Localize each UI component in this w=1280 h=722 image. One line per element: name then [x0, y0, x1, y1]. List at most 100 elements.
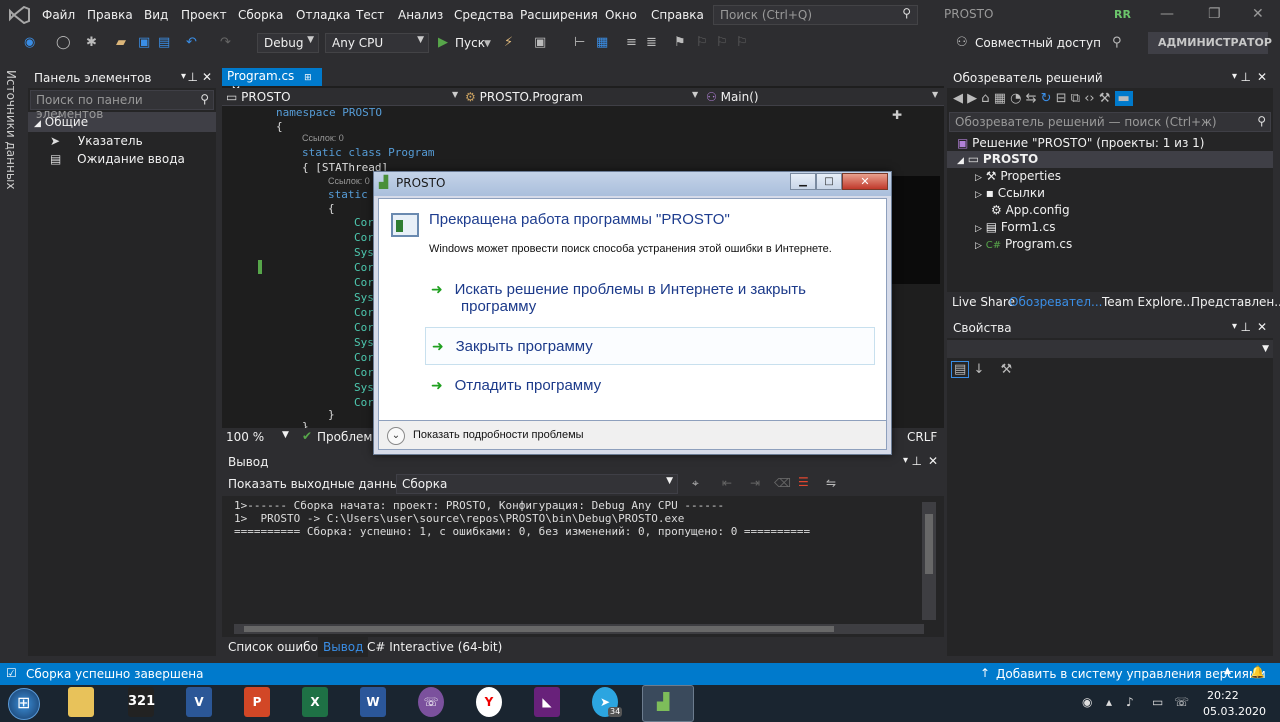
close-pane-icon[interactable]: ✕: [928, 454, 938, 468]
tab-program-cs[interactable]: Program.cs ⊞ ✕: [222, 68, 322, 97]
pin-icon[interactable]: ⊥: [188, 70, 198, 84]
layout-icon[interactable]: ▦: [596, 35, 608, 50]
excel-icon[interactable]: X: [302, 687, 328, 717]
categorized-icon[interactable]: ▤: [951, 361, 970, 378]
minimize-icon[interactable]: —: [1160, 6, 1174, 22]
menu-view[interactable]: Вид: [144, 8, 168, 22]
clock-date[interactable]: 05.03.2020: [1203, 705, 1266, 718]
forward-icon[interactable]: ◯: [56, 35, 71, 50]
collapse-all-icon[interactable]: ⊟: [1056, 91, 1067, 106]
codelens-refs[interactable]: Ссылок: 0: [328, 176, 370, 186]
forward-icon[interactable]: ▶: [967, 91, 977, 106]
new-project-icon[interactable]: ✱: [86, 35, 97, 50]
previous-message-icon[interactable]: ⇤: [722, 476, 732, 490]
line-ending[interactable]: CRLF: [907, 430, 937, 444]
menu-project[interactable]: Проект: [181, 8, 227, 22]
viber-tray-icon[interactable]: ☏: [1174, 695, 1189, 709]
properties-wrench-icon[interactable]: ⚒: [1099, 91, 1111, 106]
yandex-browser-icon[interactable]: Y: [476, 687, 502, 717]
project-node[interactable]: ◢ ▭ PROSTO: [947, 151, 1273, 168]
network-icon[interactable]: ◉: [1082, 695, 1092, 709]
step-icon[interactable]: ⊢: [574, 35, 585, 50]
toolbox-item-wait-input[interactable]: ▤ Ожидание ввода: [28, 152, 216, 172]
menu-analyze[interactable]: Анализ: [398, 8, 443, 22]
tree-item-references[interactable]: ▷ ▪ Ссылки: [947, 185, 1273, 202]
undo-icon[interactable]: ↶: [186, 35, 197, 50]
tab-live-share[interactable]: Live Share: [952, 295, 1015, 309]
chevron-down-icon[interactable]: ▼: [282, 430, 289, 440]
dialog-minimize-button[interactable]: ▁: [790, 173, 816, 190]
property-pages-icon[interactable]: ⚒: [1000, 362, 1012, 377]
member-nav-dropdown[interactable]: ⚇ Main(): [706, 90, 759, 104]
project-nav-dropdown[interactable]: ▭ PROSTO: [226, 90, 291, 104]
solution-search-input[interactable]: Обозреватель решений — поиск (Ctrl+ж) ⚲: [949, 112, 1271, 132]
toggle-wrap-icon[interactable]: ⇋: [826, 476, 836, 490]
menu-help[interactable]: Справка: [651, 8, 704, 22]
live-share-icon[interactable]: ⚇: [956, 35, 968, 50]
visual-studio-icon[interactable]: ◣: [534, 687, 560, 717]
hot-reload-icon[interactable]: ⚡: [504, 35, 513, 50]
media-player-icon[interactable]: 321: [128, 687, 155, 717]
menu-test[interactable]: Тест: [356, 8, 384, 22]
notifications-bell-icon[interactable]: 🔔: [1250, 665, 1265, 679]
expand-details-chevron-icon[interactable]: ⌄: [387, 427, 405, 445]
close-pane-icon[interactable]: ✕: [202, 70, 212, 84]
close-pane-icon[interactable]: ✕: [1257, 320, 1267, 334]
save-all-icon[interactable]: ▤: [158, 35, 170, 50]
minimap-scrollbar[interactable]: ✚: [888, 106, 940, 436]
live-share-button[interactable]: Совместный доступ: [975, 36, 1101, 50]
next-bookmark-icon[interactable]: ⚐: [716, 35, 728, 50]
codelens-refs[interactable]: Ссылок: 0: [302, 133, 344, 143]
start-button[interactable]: ⊞: [8, 688, 40, 720]
tab-class-view[interactable]: Представлен...: [1191, 295, 1280, 309]
feedback-icon[interactable]: ⚲: [1112, 35, 1122, 50]
solution-configuration-dropdown[interactable]: Debug ▼: [257, 33, 319, 53]
telegram-icon[interactable]: ➤ 34: [592, 687, 623, 717]
tray-chevron-icon[interactable]: ▴: [1106, 695, 1112, 709]
prosto-app-taskbar-icon[interactable]: ▟: [642, 685, 694, 722]
pin-icon[interactable]: ⊞: [304, 73, 312, 83]
pin-icon[interactable]: ⊥: [1241, 320, 1251, 334]
close-pane-icon[interactable]: ✕: [1257, 70, 1267, 84]
toolbox-search-input[interactable]: Поиск по панели элементов ⚲: [30, 90, 214, 121]
option-debug-program[interactable]: ➜ Отладить программу: [431, 377, 601, 394]
clear-bookmarks-icon[interactable]: ⚐: [736, 35, 748, 50]
comment-icon[interactable]: ≡: [626, 35, 637, 50]
quick-launch-search[interactable]: Поиск (Ctrl+Q) ⚲: [713, 5, 918, 25]
screenshot-icon[interactable]: ▣: [534, 35, 546, 50]
tree-item-app-config[interactable]: ⚙ App.config: [947, 202, 1273, 219]
show-all-files-icon[interactable]: ⧉: [1071, 91, 1080, 106]
dialog-maximize-button[interactable]: □: [816, 173, 842, 190]
output-source-dropdown[interactable]: Сборка ▼: [396, 474, 678, 494]
bookmark-icon[interactable]: ⚑: [674, 35, 686, 50]
option-close-program[interactable]: ➜ Закрыть программу: [425, 327, 875, 365]
sync-icon[interactable]: ⇆: [1026, 91, 1037, 106]
split-icon[interactable]: ✚: [892, 108, 902, 122]
class-nav-dropdown[interactable]: ⚙ PROSTO.Program: [465, 90, 583, 104]
solution-node[interactable]: ▣ Решение "PROSTO" (проекты: 1 из 1): [947, 134, 1273, 151]
start-button[interactable]: Пуск: [455, 36, 485, 50]
viber-icon[interactable]: ☏: [418, 687, 444, 717]
pane-menu-icon[interactable]: ▾: [903, 455, 908, 466]
chevron-up-icon[interactable]: ▲: [1224, 666, 1231, 676]
next-message-icon[interactable]: ⇥: [750, 476, 760, 490]
pane-menu-icon[interactable]: ▾: [181, 71, 186, 82]
uncomment-icon[interactable]: ≣: [646, 35, 657, 50]
word-icon[interactable]: W: [360, 687, 386, 717]
menu-edit[interactable]: Правка: [87, 8, 133, 22]
pane-menu-icon[interactable]: ▾: [1232, 321, 1237, 332]
back-icon[interactable]: ◉: [24, 35, 35, 50]
clear-all-icon[interactable]: ⌫: [774, 476, 791, 490]
back-icon[interactable]: ◀: [953, 91, 963, 106]
switch-views-icon[interactable]: ▦: [994, 91, 1006, 106]
tree-item-form1[interactable]: ▷ ▤ Form1.cs: [947, 219, 1273, 236]
clock-time[interactable]: 20:22: [1207, 689, 1239, 702]
scroll-thumb[interactable]: [925, 514, 933, 574]
pane-menu-icon[interactable]: ▾: [1232, 71, 1237, 82]
restore-icon[interactable]: ❐: [1208, 6, 1221, 22]
tab-output[interactable]: Вывод: [318, 637, 369, 657]
tree-item-program-cs[interactable]: ▷ C# Program.cs: [947, 236, 1273, 253]
scroll-thumb[interactable]: [244, 626, 834, 632]
dialog-close-button[interactable]: ✕: [842, 173, 888, 190]
user-avatar[interactable]: RR: [1114, 8, 1131, 21]
